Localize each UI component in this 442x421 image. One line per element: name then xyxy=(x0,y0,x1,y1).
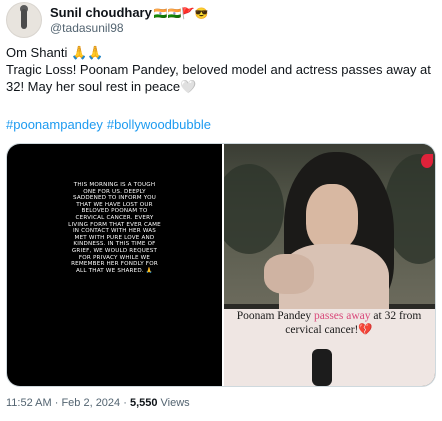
footer-separator: · xyxy=(120,397,130,409)
footer-separator: · xyxy=(51,397,62,409)
hashtag-link[interactable]: #poonampandey xyxy=(6,117,103,132)
photo-arm xyxy=(264,254,314,294)
views-count[interactable]: 5,550 xyxy=(130,397,158,409)
tweet-body: Om Shanti 🙏🙏 Tragic Loss! Poonam Pandey,… xyxy=(6,44,436,95)
tweet-date[interactable]: Feb 2, 2024 xyxy=(61,397,120,409)
tweet-time[interactable]: 11:52 AM xyxy=(6,397,52,409)
hashtags: #poonampandey #bollywoodbubble xyxy=(6,117,215,132)
tweet-line-1: Om Shanti 🙏🙏 xyxy=(6,45,104,60)
story-statement-text: THIS MORNING IS A TOUGH ONE FOR US. DEEP… xyxy=(68,182,161,274)
photo-face xyxy=(306,184,358,250)
tweet-footer: 11:52 AM · Feb 2, 2024 · 5,550 Views xyxy=(6,397,190,409)
author-display-name[interactable]: Sunil choudhary 🇮🇳🇮🇳🚩😎 xyxy=(50,5,209,20)
caption-highlight: passes away xyxy=(314,310,371,322)
author-name-emojis: 🇮🇳🇮🇳🚩😎 xyxy=(153,8,209,20)
author-name-text[interactable]: Sunil choudhary xyxy=(50,5,152,20)
photo-caption: Poonam Pandey passes away at 32 from cer… xyxy=(234,309,424,337)
tweet-media: THIS MORNING IS A TOUGH ONE FOR US. DEEP… xyxy=(6,143,436,387)
location-pin-icon xyxy=(421,154,433,168)
photo-legs xyxy=(312,349,332,386)
avatar-figure-body xyxy=(21,9,27,29)
views-label: Views xyxy=(157,397,190,409)
avatar[interactable] xyxy=(6,2,42,38)
tweet-header: Sunil choudhary 🇮🇳🇮🇳🚩😎 @tadasunil98 xyxy=(6,2,436,40)
caption-part-1: Poonam Pandey xyxy=(236,310,314,322)
media-image-photo[interactable]: Poonam Pandey passes away at 32 from cer… xyxy=(224,144,435,386)
media-image-story[interactable]: THIS MORNING IS A TOUGH ONE FOR US. DEEP… xyxy=(7,144,222,386)
author-handle[interactable]: @tadasunil98 xyxy=(50,21,209,35)
hashtag-link[interactable]: #bollywoodbubble xyxy=(107,117,211,132)
author-names: Sunil choudhary 🇮🇳🇮🇳🚩😎 @tadasunil98 xyxy=(50,5,209,35)
tweet-line-2: Tragic Loss! Poonam Pandey, beloved mode… xyxy=(6,62,431,94)
